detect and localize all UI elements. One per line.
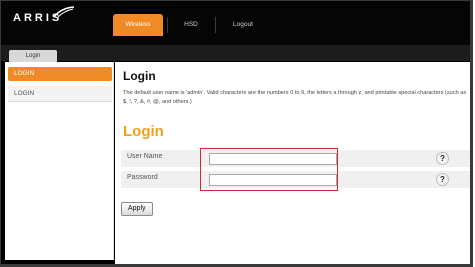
sub-navigation-bar <box>1 45 470 61</box>
top-navigation-bar: ARRIS Wireless HSD Logout <box>1 1 470 45</box>
apply-button[interactable]: Apply <box>121 202 153 216</box>
username-label: User Name <box>127 153 163 160</box>
arris-logo-swoosh-icon <box>53 6 75 18</box>
sidebar: LOGIN LOGIN <box>5 62 114 260</box>
sidebar-item-login-active[interactable]: LOGIN <box>8 67 112 81</box>
nav-tab-hsd[interactable]: HSD <box>171 14 211 36</box>
section-title: Login <box>123 123 164 140</box>
username-help-icon[interactable]: ? <box>436 152 449 165</box>
main-content: Login The default user name is 'admin'. … <box>115 62 470 264</box>
nav-divider <box>215 17 216 33</box>
password-help-icon[interactable]: ? <box>436 173 449 186</box>
login-description: The default user name is 'admin'. Valid … <box>123 90 467 105</box>
nav-tab-logout[interactable]: Logout <box>221 14 265 36</box>
input-highlight-box <box>200 148 338 191</box>
router-admin-window: ARRIS Wireless HSD Logout Login LOGIN LO… <box>0 0 473 267</box>
subnav-tab-login[interactable]: Login <box>9 50 57 62</box>
nav-divider <box>167 17 168 33</box>
page-title: Login <box>123 69 156 83</box>
password-label: Password <box>127 174 158 181</box>
nav-tab-wireless[interactable]: Wireless <box>113 14 163 36</box>
sidebar-item-login[interactable]: LOGIN <box>8 86 112 102</box>
